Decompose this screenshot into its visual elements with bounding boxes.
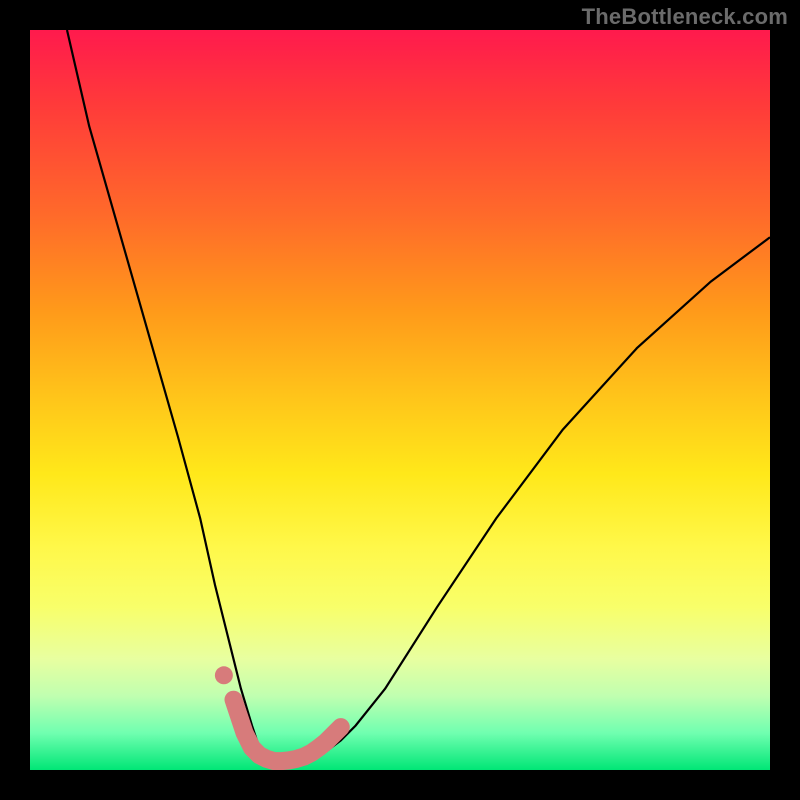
chart-frame: TheBottleneck.com [0,0,800,800]
chart-overlay [30,30,770,770]
highlight-band [234,700,341,761]
watermark-text: TheBottleneck.com [582,4,788,30]
highlight-dot [215,666,233,684]
bottleneck-curve [67,30,770,763]
